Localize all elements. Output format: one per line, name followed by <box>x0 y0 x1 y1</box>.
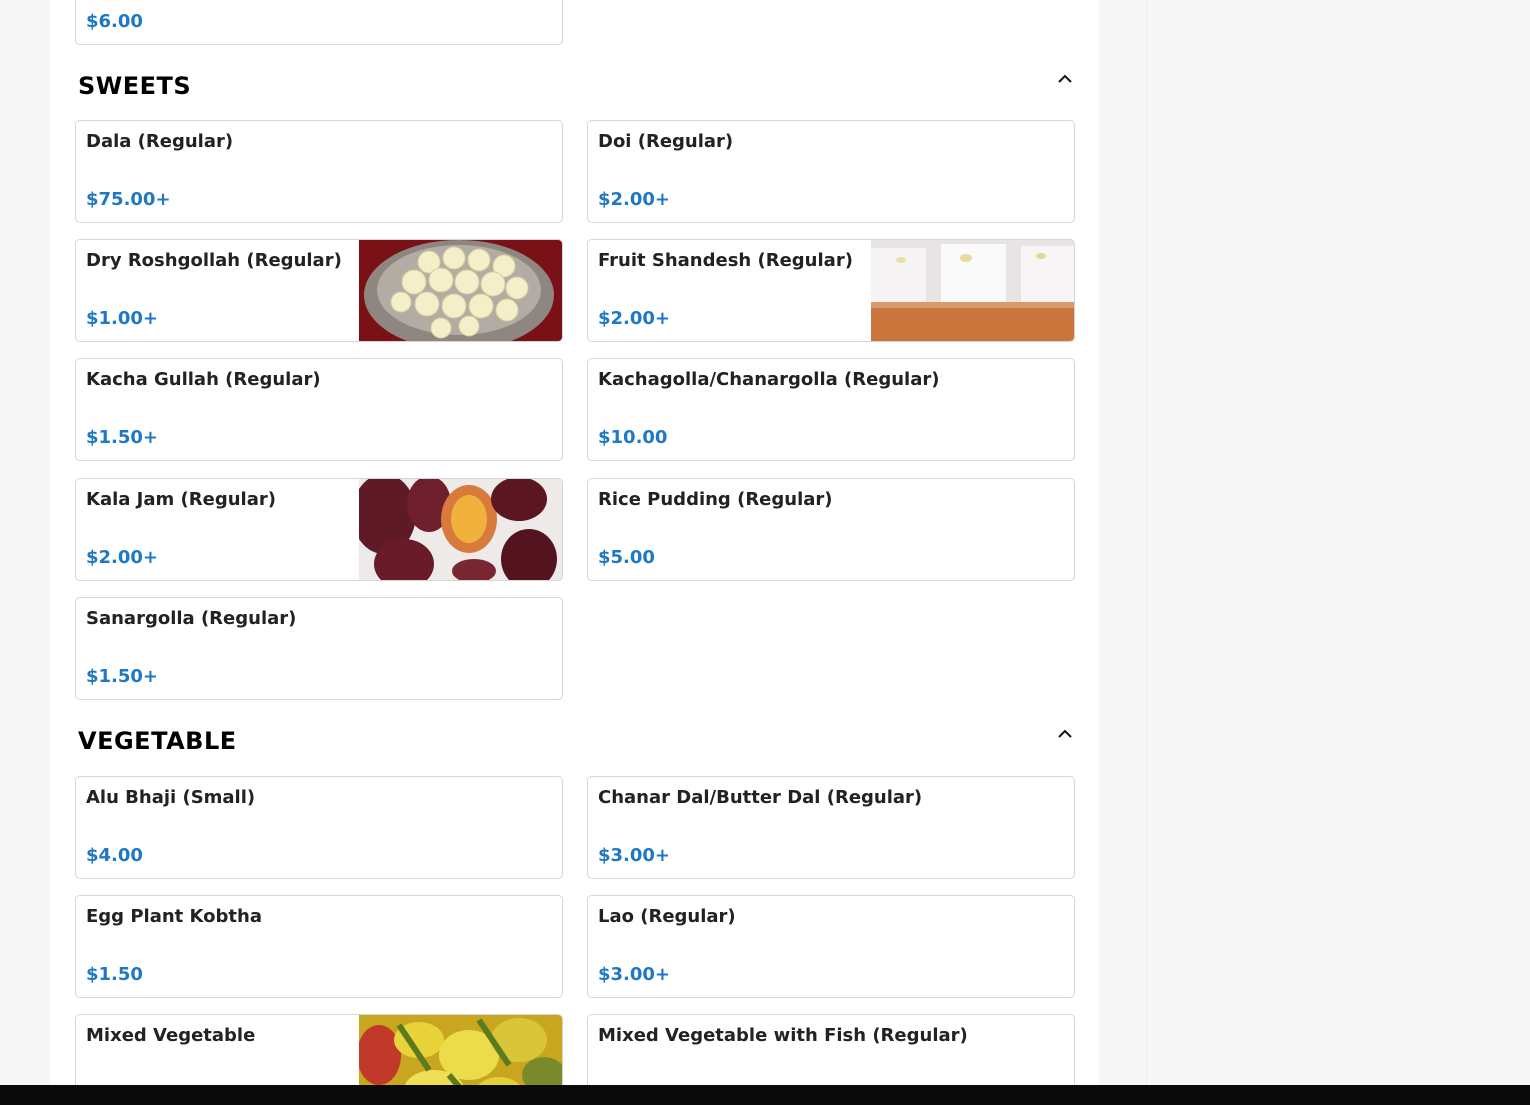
menu-item-name: Dala (Regular) <box>86 131 234 152</box>
menu-item-name: Sanargolla (Regular) <box>86 608 297 629</box>
chevron-up-icon[interactable] <box>1053 67 1077 91</box>
menu-item-card[interactable]: $6.00 <box>75 0 563 45</box>
menu-item-card[interactable]: Dala (Regular) $75.00+ <box>75 120 563 223</box>
menu-item-price: $4.00 <box>86 845 143 866</box>
chevron-up-icon[interactable] <box>1053 722 1077 746</box>
bottom-bar <box>0 1085 1530 1105</box>
roshgollah-photo <box>359 240 562 341</box>
menu-item-price: $2.00+ <box>598 189 671 210</box>
section-title-sweets: SWEETS <box>78 72 192 100</box>
menu-item-price: $75.00+ <box>86 189 171 210</box>
menu-item-name: Egg Plant Kobtha <box>86 906 262 927</box>
side-panel <box>1146 0 1530 1105</box>
menu-item-name: Fruit Shandesh (Regular) <box>598 250 853 271</box>
menu-item-card[interactable]: Sanargolla (Regular) $1.50+ <box>75 597 563 700</box>
menu-item-price: $10.00 <box>598 427 668 448</box>
menu-item-card[interactable]: Egg Plant Kobtha $1.50 <box>75 895 563 998</box>
menu-item-name: Kachagolla/Chanargolla (Regular) <box>598 369 940 390</box>
menu-item-name: Doi (Regular) <box>598 131 734 152</box>
menu-item-price: $1.00+ <box>86 308 159 329</box>
menu-item-name: Kala Jam (Regular) <box>86 489 276 510</box>
menu-item-card[interactable]: Kacha Gullah (Regular) $1.50+ <box>75 358 563 461</box>
menu-item-name: Mixed Vegetable with Fish (Regular) <box>598 1025 968 1046</box>
kala-jam-photo <box>359 479 562 580</box>
menu-item-card[interactable]: Alu Bhaji (Small) $4.00 <box>75 776 563 879</box>
menu-item-name: Chanar Dal/Butter Dal (Regular) <box>598 787 923 808</box>
menu-item-card[interactable]: Chanar Dal/Butter Dal (Regular) $3.00+ <box>587 776 1075 879</box>
menu-item-price: $1.50+ <box>86 427 159 448</box>
menu-item-card[interactable]: Doi (Regular) $2.00+ <box>587 120 1075 223</box>
menu-item-price: $6.00 <box>86 11 143 32</box>
menu-item-price: $2.00+ <box>86 547 159 568</box>
menu-item-card[interactable]: Rice Pudding (Regular) $5.00 <box>587 478 1075 581</box>
menu-item-price: $5.00 <box>598 547 655 568</box>
menu-item-name: Lao (Regular) <box>598 906 736 927</box>
section-title-vegetable: VEGETABLE <box>78 727 237 755</box>
menu-item-card[interactable]: Fruit Shandesh (Regular) $2.00+ <box>587 239 1075 342</box>
menu-item-card[interactable]: Dry Roshgollah (Regular) $1.00+ <box>75 239 563 342</box>
menu-item-price: $3.00+ <box>598 964 671 985</box>
menu-item-name: Rice Pudding (Regular) <box>598 489 833 510</box>
menu-item-name: Kacha Gullah (Regular) <box>86 369 321 390</box>
menu-item-price: $1.50 <box>86 964 143 985</box>
menu-item-price: $2.00+ <box>598 308 671 329</box>
menu-item-card[interactable]: Lao (Regular) $3.00+ <box>587 895 1075 998</box>
menu-item-price: $1.50+ <box>86 666 159 687</box>
menu-item-card[interactable]: Kachagolla/Chanargolla (Regular) $10.00 <box>587 358 1075 461</box>
menu-item-name: Alu Bhaji (Small) <box>86 787 256 808</box>
menu-main: $6.00 SWEETS Dala (Regular) $75.00+ Doi … <box>50 0 1099 1105</box>
shandesh-photo <box>871 240 1074 341</box>
menu-item-name: Mixed Vegetable <box>86 1025 256 1046</box>
menu-item-price: $3.00+ <box>598 845 671 866</box>
menu-item-card[interactable]: Kala Jam (Regular) $2.00+ <box>75 478 563 581</box>
menu-item-name: Dry Roshgollah (Regular) <box>86 250 342 271</box>
